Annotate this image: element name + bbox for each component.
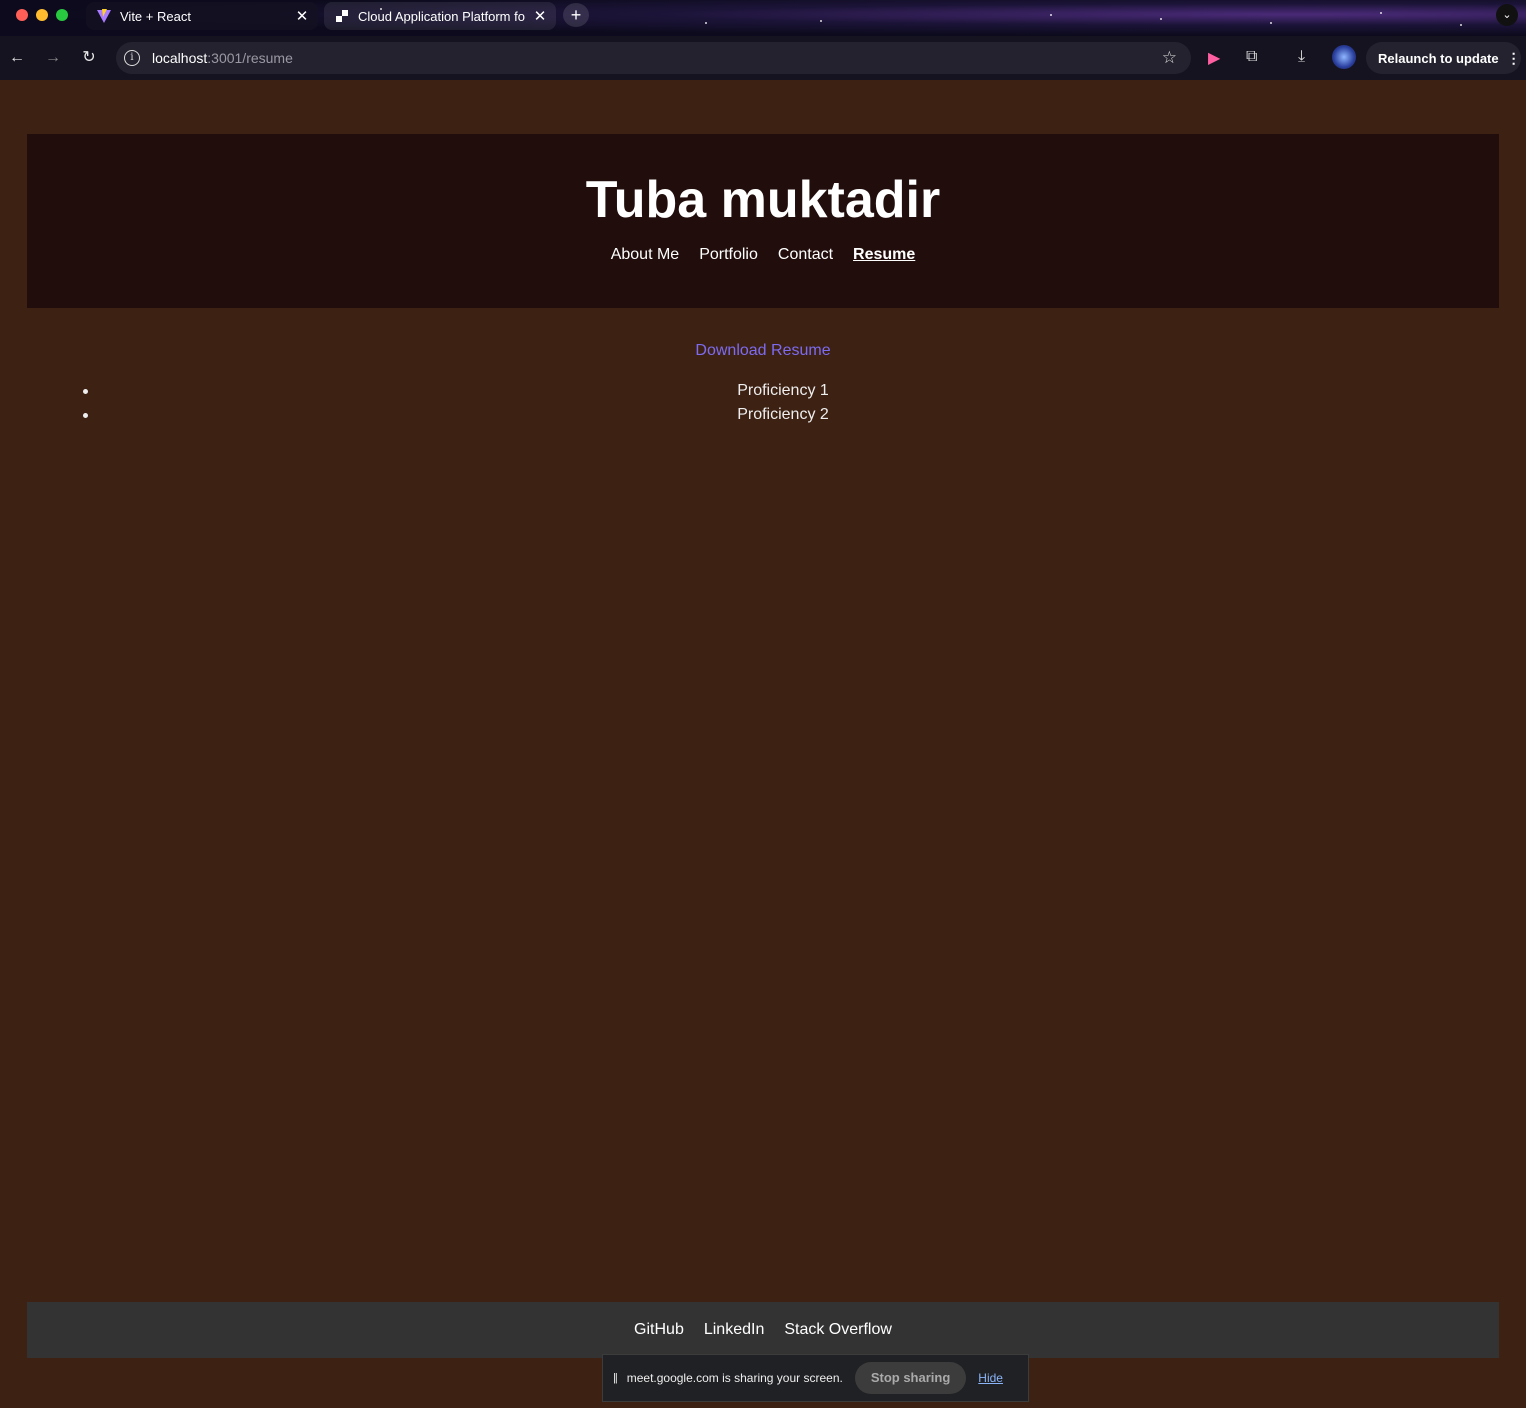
window-minimize-button[interactable] (36, 9, 48, 21)
share-message: meet.google.com is sharing your screen. (626, 1371, 843, 1385)
relaunch-update-button[interactable]: Relaunch to update ⋮ (1366, 42, 1521, 74)
bookmark-star-icon[interactable]: ☆ (1162, 48, 1177, 68)
background-star (705, 22, 707, 24)
forward-arrow-icon[interactable]: → (43, 48, 63, 68)
footer-link-linkedin[interactable]: LinkedIn (704, 1321, 765, 1339)
url-host: localhost (152, 50, 208, 66)
proficiency-list: Proficiency 1 Proficiency 2 (0, 381, 1526, 429)
screen-share-notification: || meet.google.com is sharing your scree… (602, 1354, 1029, 1402)
relaunch-label: Relaunch to update (1378, 50, 1499, 66)
footer-link-stack-overflow[interactable]: Stack Overflow (784, 1321, 892, 1339)
background-star (1380, 12, 1382, 14)
tab-title: Cloud Application Platform fo (358, 8, 525, 24)
page-title: Tuba muktadir (585, 171, 941, 229)
browser-toolbar: ← → ↻ i localhost:3001/resume ☆ ▶ ⧉ ⤓ Re… (0, 36, 1526, 80)
kebab-menu-icon[interactable]: ⋮ (1507, 50, 1521, 67)
window-zoom-button[interactable] (56, 9, 68, 21)
nav-link-resume[interactable]: Resume (853, 246, 915, 264)
screen-share-extension-icon[interactable]: ▶ (1208, 48, 1220, 68)
extensions-puzzle-icon[interactable]: ⧉ (1246, 48, 1257, 66)
nav-link-contact[interactable]: Contact (778, 246, 833, 264)
nav-link-about-me[interactable]: About Me (611, 246, 679, 264)
url-path: :3001/resume (207, 50, 293, 66)
background-star (1270, 22, 1272, 24)
browser-tabstrip: Vite + React ✕ Cloud Application Platfor… (0, 0, 1526, 36)
download-resume-link-row: Download Resume (0, 342, 1526, 360)
bullet-icon (83, 389, 88, 394)
proficiency-label: Proficiency 1 (737, 382, 829, 399)
background-star (1050, 14, 1052, 16)
close-tab-icon[interactable]: ✕ (530, 7, 550, 25)
browser-tab-vite-react[interactable]: Vite + React ✕ (86, 2, 318, 30)
window-close-button[interactable] (16, 9, 28, 21)
bullet-icon (83, 413, 88, 418)
list-item: Proficiency 1 (0, 381, 1526, 405)
site-header: Tuba muktadir About Me Portfolio Contact… (27, 134, 1499, 308)
hide-button[interactable]: Hide (978, 1371, 1003, 1385)
background-star (1160, 18, 1162, 20)
back-arrow-icon[interactable]: ← (7, 48, 27, 68)
tab-search-chevron-icon[interactable]: ⌄ (1496, 4, 1518, 26)
background-star (1460, 24, 1462, 26)
stop-sharing-button[interactable]: Stop sharing (854, 1362, 967, 1394)
tab-title: Vite + React (120, 8, 191, 24)
download-resume-link[interactable]: Download Resume (695, 342, 830, 359)
site-info-icon[interactable]: i (124, 50, 140, 66)
profile-avatar[interactable] (1332, 45, 1356, 69)
browser-tab-cloud-platform[interactable]: Cloud Application Platform fo ✕ (324, 2, 556, 30)
new-tab-button[interactable]: + (563, 3, 589, 27)
site-footer: GitHub LinkedIn Stack Overflow (27, 1302, 1499, 1358)
background-star (820, 20, 822, 22)
url-text[interactable]: localhost:3001/resume (152, 50, 293, 66)
footer-link-github[interactable]: GitHub (634, 1321, 684, 1339)
address-bar[interactable]: i localhost:3001/resume ☆ (116, 42, 1191, 74)
vite-icon (97, 9, 111, 23)
site-nav: About Me Portfolio Contact Resume (27, 246, 1499, 264)
cloud-platform-icon (336, 10, 348, 22)
drag-handle-icon[interactable]: || (613, 1372, 618, 1384)
reload-icon[interactable]: ↻ (79, 48, 99, 68)
proficiency-label: Proficiency 2 (737, 406, 829, 423)
nav-link-portfolio[interactable]: Portfolio (699, 246, 758, 264)
download-icon[interactable]: ⤓ (1298, 48, 1305, 66)
close-tab-icon[interactable]: ✕ (292, 7, 312, 25)
list-item: Proficiency 2 (0, 405, 1526, 429)
